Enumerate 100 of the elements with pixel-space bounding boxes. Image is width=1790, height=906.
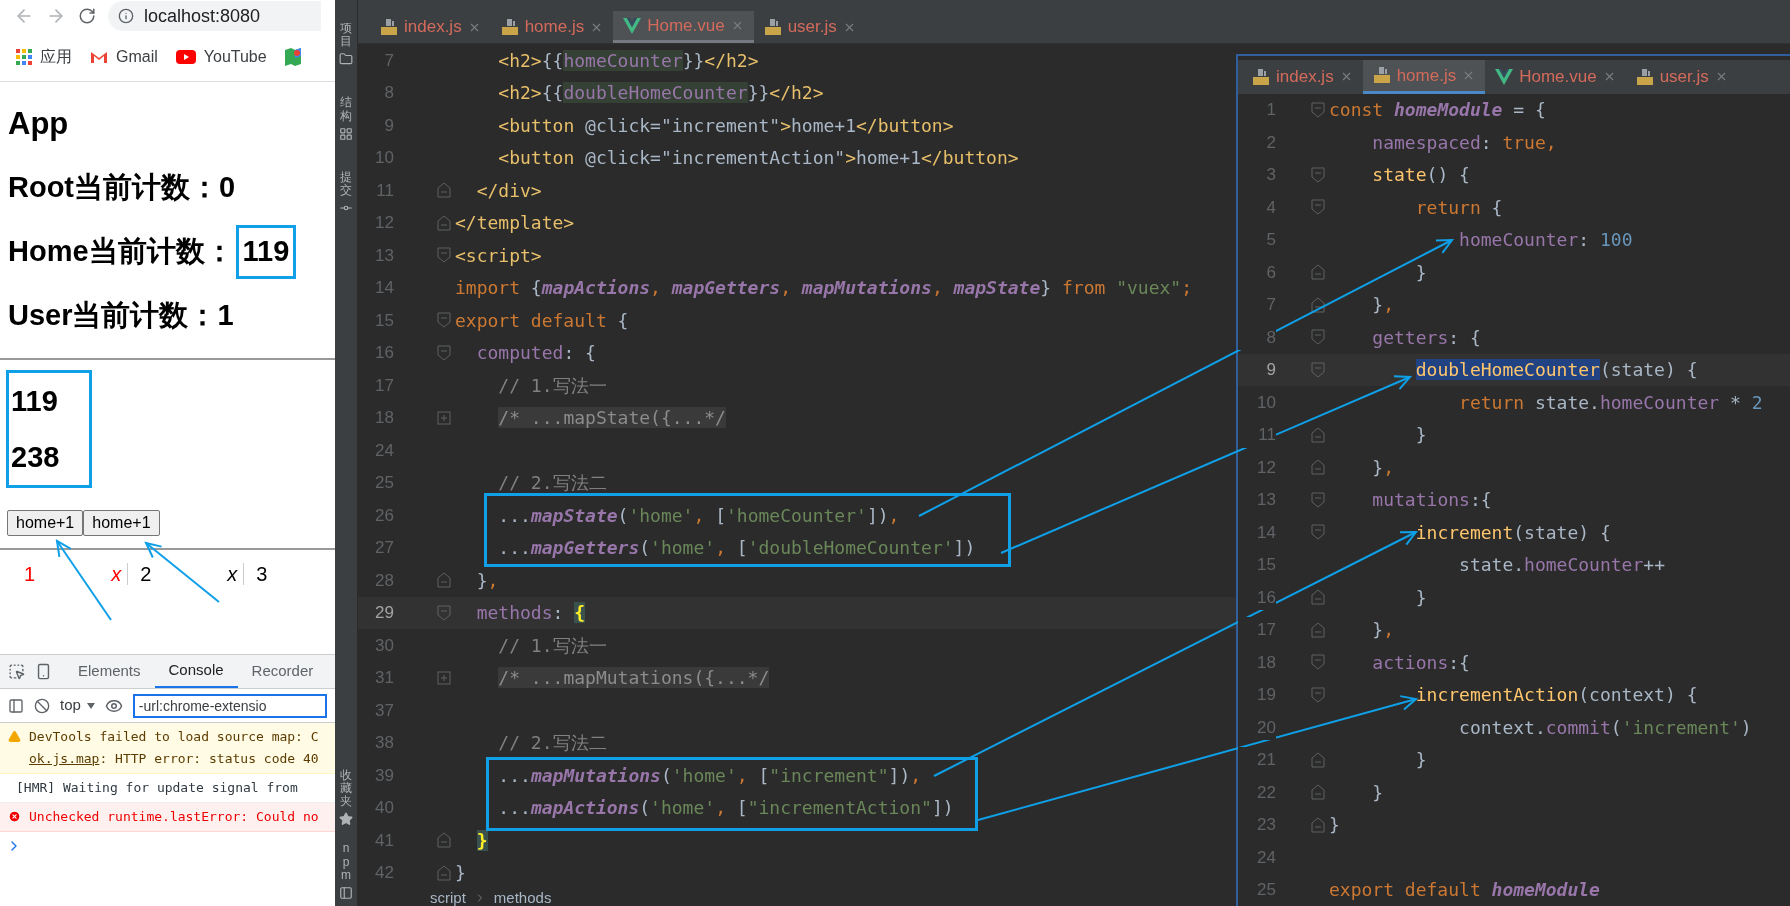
devtools-tab[interactable]: Recorder <box>237 655 328 688</box>
code-line: <button @click="increment">home+1</button> <box>497 113 954 138</box>
result-text: 1 <box>24 562 36 587</box>
code-line: ...mapState('home', ['homeCounter']), <box>497 503 900 528</box>
code-line: context.commit('increment') <box>1458 715 1752 740</box>
error-icon <box>8 810 21 823</box>
code-line: state.homeCounter++ <box>1458 553 1665 578</box>
context-select[interactable]: top <box>60 694 95 717</box>
code-line: } <box>454 861 466 886</box>
mail-icon <box>90 49 108 64</box>
source-link[interactable]: ok.js.map <box>29 751 100 766</box>
file-tab[interactable]: index.js <box>1242 60 1363 94</box>
clear-icon[interactable] <box>34 697 50 714</box>
code-line: const homeModule = { <box>1328 98 1546 123</box>
js-file-icon <box>1635 67 1654 86</box>
file-tab[interactable]: Home.vue <box>1485 60 1626 94</box>
code-line: }, <box>1371 293 1395 318</box>
tool-window-tab[interactable]: 项目 <box>340 22 352 49</box>
devtools-tab[interactable]: Console <box>154 655 238 688</box>
breadcrumb-item[interactable]: script <box>430 889 466 906</box>
file-tab[interactable]: home.js <box>490 11 614 43</box>
map-pin-icon <box>284 47 301 66</box>
expand-icon[interactable] <box>437 410 451 425</box>
code-line: </div> <box>475 178 542 203</box>
code-line: return state.homeCounter * 2 <box>1458 390 1763 415</box>
console-message: [HMR] Waiting for update signal from <box>16 779 298 797</box>
file-tab[interactable]: index.js <box>370 11 491 43</box>
code-line: } <box>1371 780 1384 805</box>
tool-window-tab[interactable]: 收藏夹 <box>340 768 352 809</box>
code-line: homeCounter: 100 <box>1458 228 1633 253</box>
code-line: <button @click="incrementAction">home+1</button> <box>497 146 1019 171</box>
console-message: ok.js.map: HTTP error: status code 40 <box>29 750 319 768</box>
file-tab[interactable]: user.js <box>1625 60 1738 94</box>
code-line: } <box>1328 813 1340 838</box>
increment-button[interactable]: home+1 <box>83 510 160 536</box>
code-line: namespaced: true, <box>1371 130 1557 155</box>
counter-value: 1 <box>217 298 234 334</box>
filter-field[interactable]: -url:chrome-extensio <box>132 693 327 718</box>
sidebar-icon[interactable] <box>8 697 24 714</box>
code-line: }, <box>1371 455 1395 480</box>
code-line: </template> <box>454 211 575 236</box>
counter-value: 119 <box>235 225 297 279</box>
code-line: // 2.写法二 <box>497 731 607 756</box>
result-text: 3 <box>256 562 268 587</box>
breadcrumb-item[interactable]: methods <box>493 889 552 906</box>
code-line: computed: { <box>475 341 596 366</box>
inspect-icon[interactable] <box>8 663 25 680</box>
devtools-tab[interactable]: Elements <box>64 655 155 688</box>
increment-button[interactable]: home+1 <box>7 510 84 536</box>
code-line: <script> <box>454 243 542 268</box>
code-line: mutations:{ <box>1371 488 1492 513</box>
tool-window-tab[interactable]: 提交 <box>340 170 352 198</box>
code-line: } <box>1414 260 1427 285</box>
code-line: ...mapGetters('home', ['doubleHomeCounter']) <box>497 536 976 561</box>
code-line: // 2.写法二 <box>497 471 607 496</box>
code-line: state() { <box>1371 163 1470 188</box>
npm-icon[interactable] <box>339 886 353 900</box>
bookmark-link[interactable]: YouTube <box>203 44 267 69</box>
structure-icon[interactable] <box>339 126 353 141</box>
code-line: methods: { <box>475 601 586 626</box>
code-line: import {mapActions, mapGetters, mapMutations, mapState} from "vuex"; <box>454 276 1192 301</box>
page-title: App <box>8 105 70 143</box>
code-line: // 1.写法一 <box>497 373 607 398</box>
caret-icon <box>86 702 95 709</box>
warning-icon <box>8 730 21 743</box>
reload-icon[interactable] <box>78 7 96 25</box>
js-file-icon <box>500 18 519 36</box>
folder-icon[interactable] <box>339 52 353 67</box>
tool-window-tab[interactable]: 结构 <box>340 96 352 123</box>
code-line: }, <box>475 568 499 593</box>
code-line: } <box>1414 748 1427 773</box>
fold-icon[interactable] <box>1311 296 1325 313</box>
code-line: export default homeModule <box>1328 878 1600 903</box>
code-line: }, <box>1371 618 1395 643</box>
star-icon[interactable] <box>339 812 353 827</box>
device-icon[interactable] <box>35 663 52 680</box>
computed-value: 238 <box>11 440 61 475</box>
js-file-icon <box>763 18 782 36</box>
vue-file-icon <box>1495 68 1514 85</box>
bookmark-link[interactable]: Gmail <box>116 44 158 69</box>
result-text: 2 <box>140 562 152 587</box>
info-icon <box>118 8 134 24</box>
tool-window-tab[interactable]: npm <box>340 842 352 882</box>
code-line: } <box>1414 585 1427 610</box>
address-bar[interactable]: localhost:8080 <box>108 1 321 31</box>
apps-grid-icon <box>16 48 32 65</box>
code-line: increment(state) { <box>1414 520 1611 545</box>
code-line: doubleHomeCounter(state) { <box>1414 358 1698 383</box>
code-line: <h2>{{doubleHomeCounter}}</h2> <box>497 81 824 106</box>
bookmark-link[interactable]: 应用 <box>40 44 72 69</box>
code-line: ...mapActions('home', ["incrementAction"]) <box>497 796 954 821</box>
counter-value: 0 <box>219 170 236 206</box>
expand-icon[interactable] <box>437 670 451 685</box>
js-file-icon <box>1372 66 1391 85</box>
file-tab[interactable]: user.js <box>753 11 866 43</box>
code-line: actions:{ <box>1371 650 1470 675</box>
counter-label: User当前计数： <box>8 298 218 334</box>
code-line: incrementAction(context) { <box>1414 683 1698 708</box>
code-line: ...mapMutations('home', ["increment"]), <box>497 763 922 788</box>
counter-label: Home当前计数： <box>8 234 234 270</box>
